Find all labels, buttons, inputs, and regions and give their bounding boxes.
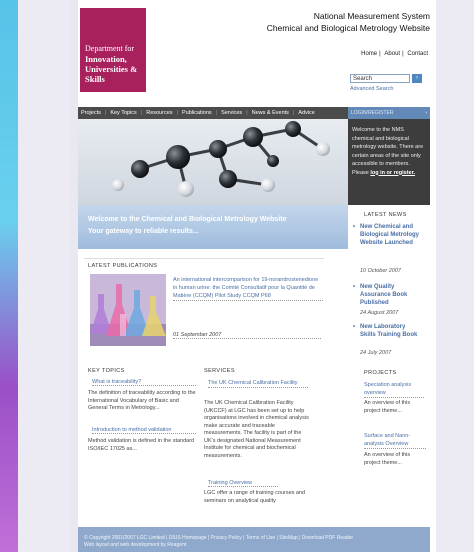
news-item[interactable]: • New Chemical and Biological Metrology …	[353, 223, 420, 248]
latest-news-heading: LATEST NEWS	[364, 212, 407, 218]
login-register-bar[interactable]: LOGIN/REGISTER ›	[348, 107, 430, 119]
traceability-text: The definition of traceability according…	[88, 390, 196, 411]
nav-projects[interactable]: Projects	[81, 110, 101, 116]
news-date: 10 October 2007	[360, 268, 401, 274]
training-overview-link[interactable]: Training Overview	[208, 480, 278, 487]
hero-text: Welcome to the Chemical and Biological M…	[88, 214, 287, 238]
publication-date: 01 September 2007	[173, 332, 321, 339]
key-topics-heading: KEY TOPICS	[88, 368, 125, 374]
calibration-facility-link[interactable]: The UK Chemical Calibration Facility	[208, 379, 308, 388]
about-link[interactable]: About	[384, 51, 400, 57]
dius-logo[interactable]: Department for Innovation, Universities …	[80, 8, 146, 92]
login-register-link[interactable]: log in or register.	[370, 170, 415, 176]
search-button[interactable]: ›	[412, 74, 422, 83]
news-title: New Laboratory Skills Training Book	[360, 324, 418, 339]
footer: © Copyright 2001/2007 LGC Limited | DIUS…	[78, 527, 430, 552]
nav-resources[interactable]: Resources	[146, 110, 172, 116]
site-title-line1: National Measurement System	[313, 11, 430, 21]
flasks-picture	[90, 274, 166, 346]
nav-advice[interactable]: Advice	[298, 110, 315, 116]
news-date: 24 July 2007	[360, 350, 392, 356]
news-date: 24 August 2007	[360, 310, 399, 316]
advanced-search-link[interactable]: Advanced Search	[350, 86, 393, 92]
method-validation-link[interactable]: Introduction to method validation	[92, 427, 196, 434]
nav-publications[interactable]: Publications	[182, 110, 212, 116]
publication-title-link[interactable]: An international intercomparison for 19-…	[173, 276, 323, 301]
training-overview-text: LGC offer a range of training courses an…	[204, 490, 306, 504]
traceability-link[interactable]: What is traceability?	[92, 379, 196, 386]
surface-nano-link[interactable]: Surface and Nano-analysis Overview	[364, 432, 426, 449]
contact-link[interactable]: Contact	[407, 51, 428, 57]
speciation-text: An overview of this project theme...	[364, 400, 411, 414]
footer-links[interactable]: © Copyright 2001/2007 LGC Limited | DIUS…	[84, 535, 424, 542]
main-nav: Projects | Key Topics | Resources | Publica…	[78, 107, 348, 119]
news-title: New Quality Assurance Book Published	[360, 284, 408, 307]
login-panel: Welcome to the NMS chemical and biologic…	[348, 119, 430, 205]
logo-line3: Universities &	[85, 64, 138, 74]
page-margin-left	[18, 0, 70, 552]
bullet-icon: •	[353, 284, 356, 290]
bullet-icon: •	[353, 324, 356, 330]
lab-glassware-image[interactable]	[90, 274, 166, 346]
news-title: New Chemical and Biological Metrology We…	[360, 224, 420, 247]
hero-image	[78, 119, 348, 205]
chevron-right-icon: ›	[425, 110, 427, 116]
nav-news-events[interactable]: News & Events	[252, 110, 289, 116]
logo-line4: Skills	[85, 74, 105, 84]
nav-services[interactable]: Services	[221, 110, 242, 116]
utility-nav: Home | About | Contact	[361, 51, 428, 57]
login-bar-label: LOGIN/REGISTER	[351, 110, 394, 116]
logo-line1: Department for	[85, 44, 135, 53]
logo-line2: Innovation,	[85, 54, 127, 64]
method-validation-text: Method validation is defined in the stan…	[88, 438, 195, 452]
browser-background-left	[0, 0, 18, 552]
projects-heading: PROJECTS	[364, 370, 397, 376]
hero-line1: Welcome to the Chemical and Biological M…	[88, 216, 287, 223]
site-title-line2: Chemical and Biological Metrology Websit…	[266, 23, 430, 33]
footer-credit: Web layout and web development by Reagen…	[84, 542, 187, 548]
news-item[interactable]: • New Quality Assurance Book Published	[353, 283, 420, 308]
hero-line2: Your gateway to reliable results...	[88, 228, 199, 235]
speciation-link[interactable]: Speciation analysis overview	[364, 381, 424, 398]
site-title: National Measurement System Chemical and…	[267, 10, 430, 34]
nav-key-topics[interactable]: Key Topics	[110, 110, 137, 116]
services-heading: SERVICES	[204, 368, 235, 374]
search-go-icon: ›	[416, 75, 418, 81]
publications-heading: LATEST PUBLICATIONS	[88, 263, 158, 269]
page-margin-right	[436, 0, 474, 552]
molecule-illustration	[112, 121, 330, 197]
news-item[interactable]: • New Laboratory Skills Training Book	[353, 323, 420, 339]
bullet-icon: •	[353, 224, 356, 230]
surface-nano-text: An overview of this project theme...	[364, 452, 411, 466]
search-input[interactable]: Search	[350, 74, 410, 83]
calibration-facility-text: The UK Chemical Calibration Facility (UK…	[204, 400, 309, 459]
page-container: Department for Innovation, Universities …	[78, 0, 436, 552]
login-text: Welcome to the NMS chemical and biologic…	[352, 127, 424, 176]
home-link[interactable]: Home	[361, 51, 377, 57]
logo-name: Innovation, Universities & Skills	[85, 54, 137, 84]
